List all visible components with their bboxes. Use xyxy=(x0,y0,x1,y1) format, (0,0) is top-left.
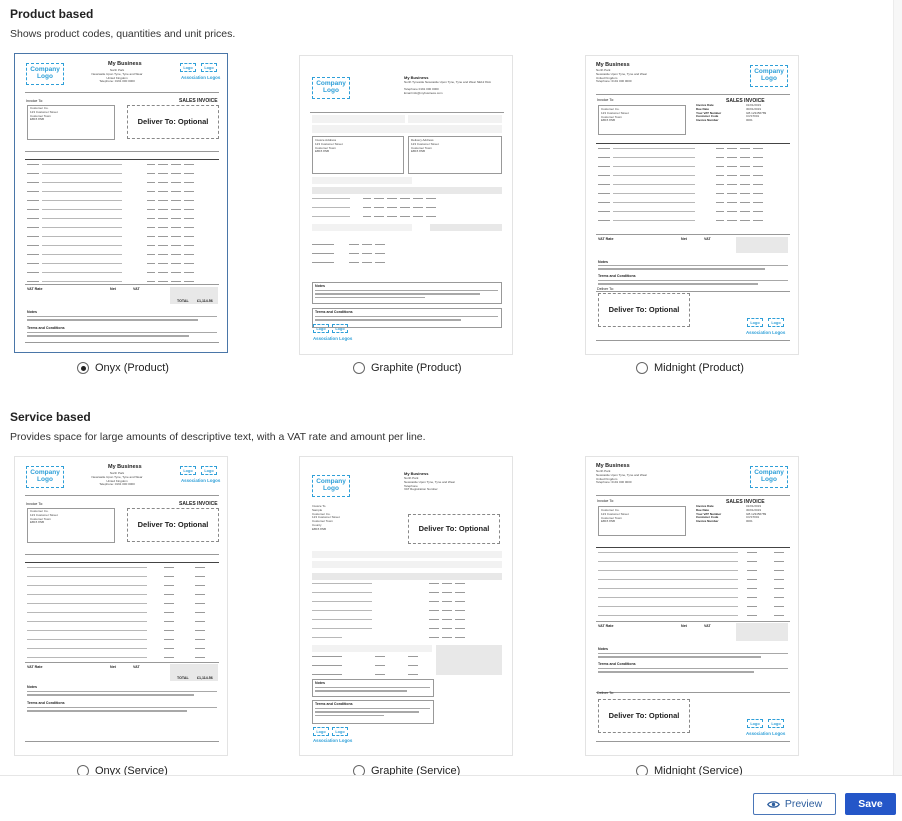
template-card-midnight-service[interactable]: My Business North Park Newcastle Upon Tyn… xyxy=(585,456,799,756)
invoice-preview: My Business North Park Newcastle Upon Tyn… xyxy=(586,56,798,354)
template-card-onyx-product[interactable]: Company Logo My Business North Park Newca… xyxy=(14,53,228,353)
save-button[interactable]: Save xyxy=(845,793,896,815)
company-logo-placeholder: Company Logo xyxy=(26,63,64,85)
invoice-preview: Company Logo My Business North Park Newca… xyxy=(15,54,227,352)
invoice-preview: Company Logo My Business North Tyneside … xyxy=(300,56,512,354)
radio-label: Onyx (Product) xyxy=(95,362,169,374)
radio-label: Midnight (Product) xyxy=(654,362,744,374)
section-desc-product: Shows product codes, quantities and unit… xyxy=(10,28,236,40)
radio-onyx-product[interactable]: Onyx (Product) xyxy=(77,360,169,376)
invoice-preview: Company Logo My Business North Park Newca… xyxy=(15,457,227,755)
preview-button-label: Preview xyxy=(784,798,823,810)
invoice-preview: My Business North Park Newcastle Upon Tyn… xyxy=(586,457,798,755)
footer-bar: Preview Save xyxy=(0,775,902,821)
preview-button[interactable]: Preview xyxy=(753,793,836,815)
radio-graphite-product[interactable]: Graphite (Product) xyxy=(353,360,461,376)
eye-icon xyxy=(766,800,780,808)
radio-midnight-product[interactable]: Midnight (Product) xyxy=(636,360,744,376)
template-card-graphite-service[interactable]: Company Logo My Business North Park Newca… xyxy=(299,456,513,756)
radio-button[interactable] xyxy=(77,362,89,374)
template-card-graphite-product[interactable]: Company Logo My Business North Tyneside … xyxy=(299,55,513,355)
radio-label: Graphite (Product) xyxy=(371,362,462,374)
radio-button[interactable] xyxy=(353,362,365,374)
section-desc-service: Provides space for large amounts of desc… xyxy=(10,431,426,443)
section-title-service: Service based xyxy=(10,410,91,424)
template-card-onyx-service[interactable]: Company Logo My Business North Park Newca… xyxy=(14,456,228,756)
template-card-midnight-product[interactable]: My Business North Park Newcastle Upon Tyn… xyxy=(585,55,799,355)
invoice-preview: Company Logo My Business North Park Newca… xyxy=(300,457,512,755)
section-title-product: Product based xyxy=(10,7,94,21)
scrollbar-track[interactable] xyxy=(893,0,902,775)
radio-button[interactable] xyxy=(636,362,648,374)
